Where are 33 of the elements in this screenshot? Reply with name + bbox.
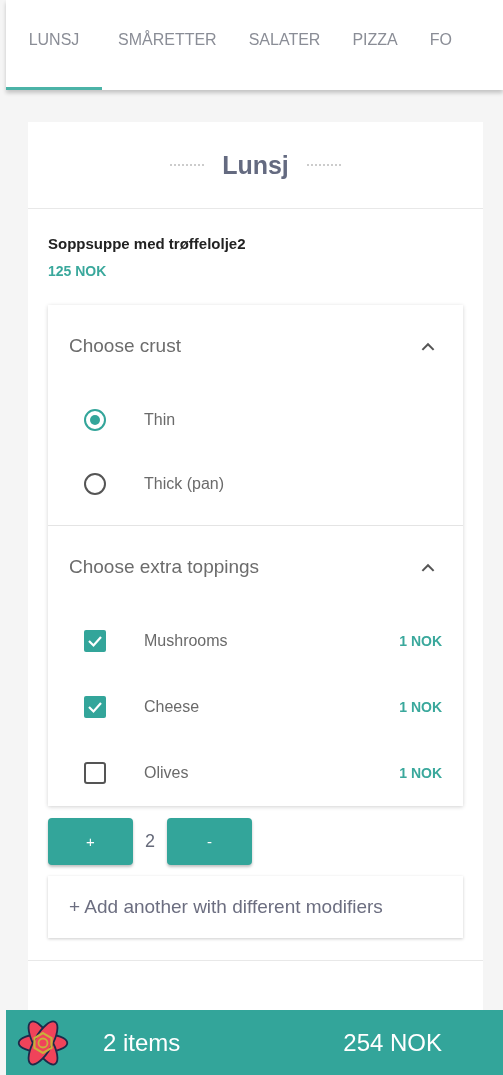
option-price: 1 NOK: [399, 633, 442, 649]
checkbox[interactable]: [84, 696, 106, 718]
category-tab[interactable]: FO: [413, 0, 468, 90]
chevron-icon[interactable]: [421, 562, 435, 572]
cart-count: 2 items: [103, 1028, 181, 1057]
item-price: 125 NOK: [48, 263, 108, 279]
option-label: Cheese: [144, 698, 201, 716]
increase-button[interactable]: +: [48, 818, 133, 865]
option-label: Olives: [144, 764, 190, 782]
checkbox[interactable]: [84, 762, 106, 784]
category-tab[interactable]: SALATER: [232, 0, 337, 90]
decrease-button[interactable]: -: [167, 818, 252, 865]
category-tab[interactable]: LUNSJ: [6, 0, 102, 90]
checkbox[interactable]: [84, 630, 106, 652]
option-label: Thin: [144, 411, 177, 429]
category-tab[interactable]: PIZZA: [336, 0, 414, 90]
option-label: Thick (pan): [144, 475, 226, 493]
radio-button[interactable]: [84, 473, 106, 495]
option-label: Mushrooms: [144, 632, 229, 650]
dashes-icon: [306, 164, 341, 166]
option-price: 1 NOK: [399, 699, 442, 715]
chevron-icon[interactable]: [421, 341, 435, 351]
category-title: Lunsj: [222, 150, 289, 180]
cart-total: 254 NOK: [343, 1028, 442, 1057]
category-tab[interactable]: SMÅRETTER: [102, 0, 233, 90]
item-name: Soppsuppe med trøffelolje2: [48, 235, 247, 252]
quantity-count: 2: [144, 831, 156, 852]
group-title: Choose extra toppings: [69, 556, 260, 578]
option-price: 1 NOK: [399, 765, 442, 781]
add-another-button[interactable]: + Add another with different modifiers: [48, 876, 463, 938]
dashes-icon: [170, 164, 205, 166]
group-title: Choose crust: [69, 335, 181, 357]
radio-button[interactable]: [84, 409, 106, 431]
